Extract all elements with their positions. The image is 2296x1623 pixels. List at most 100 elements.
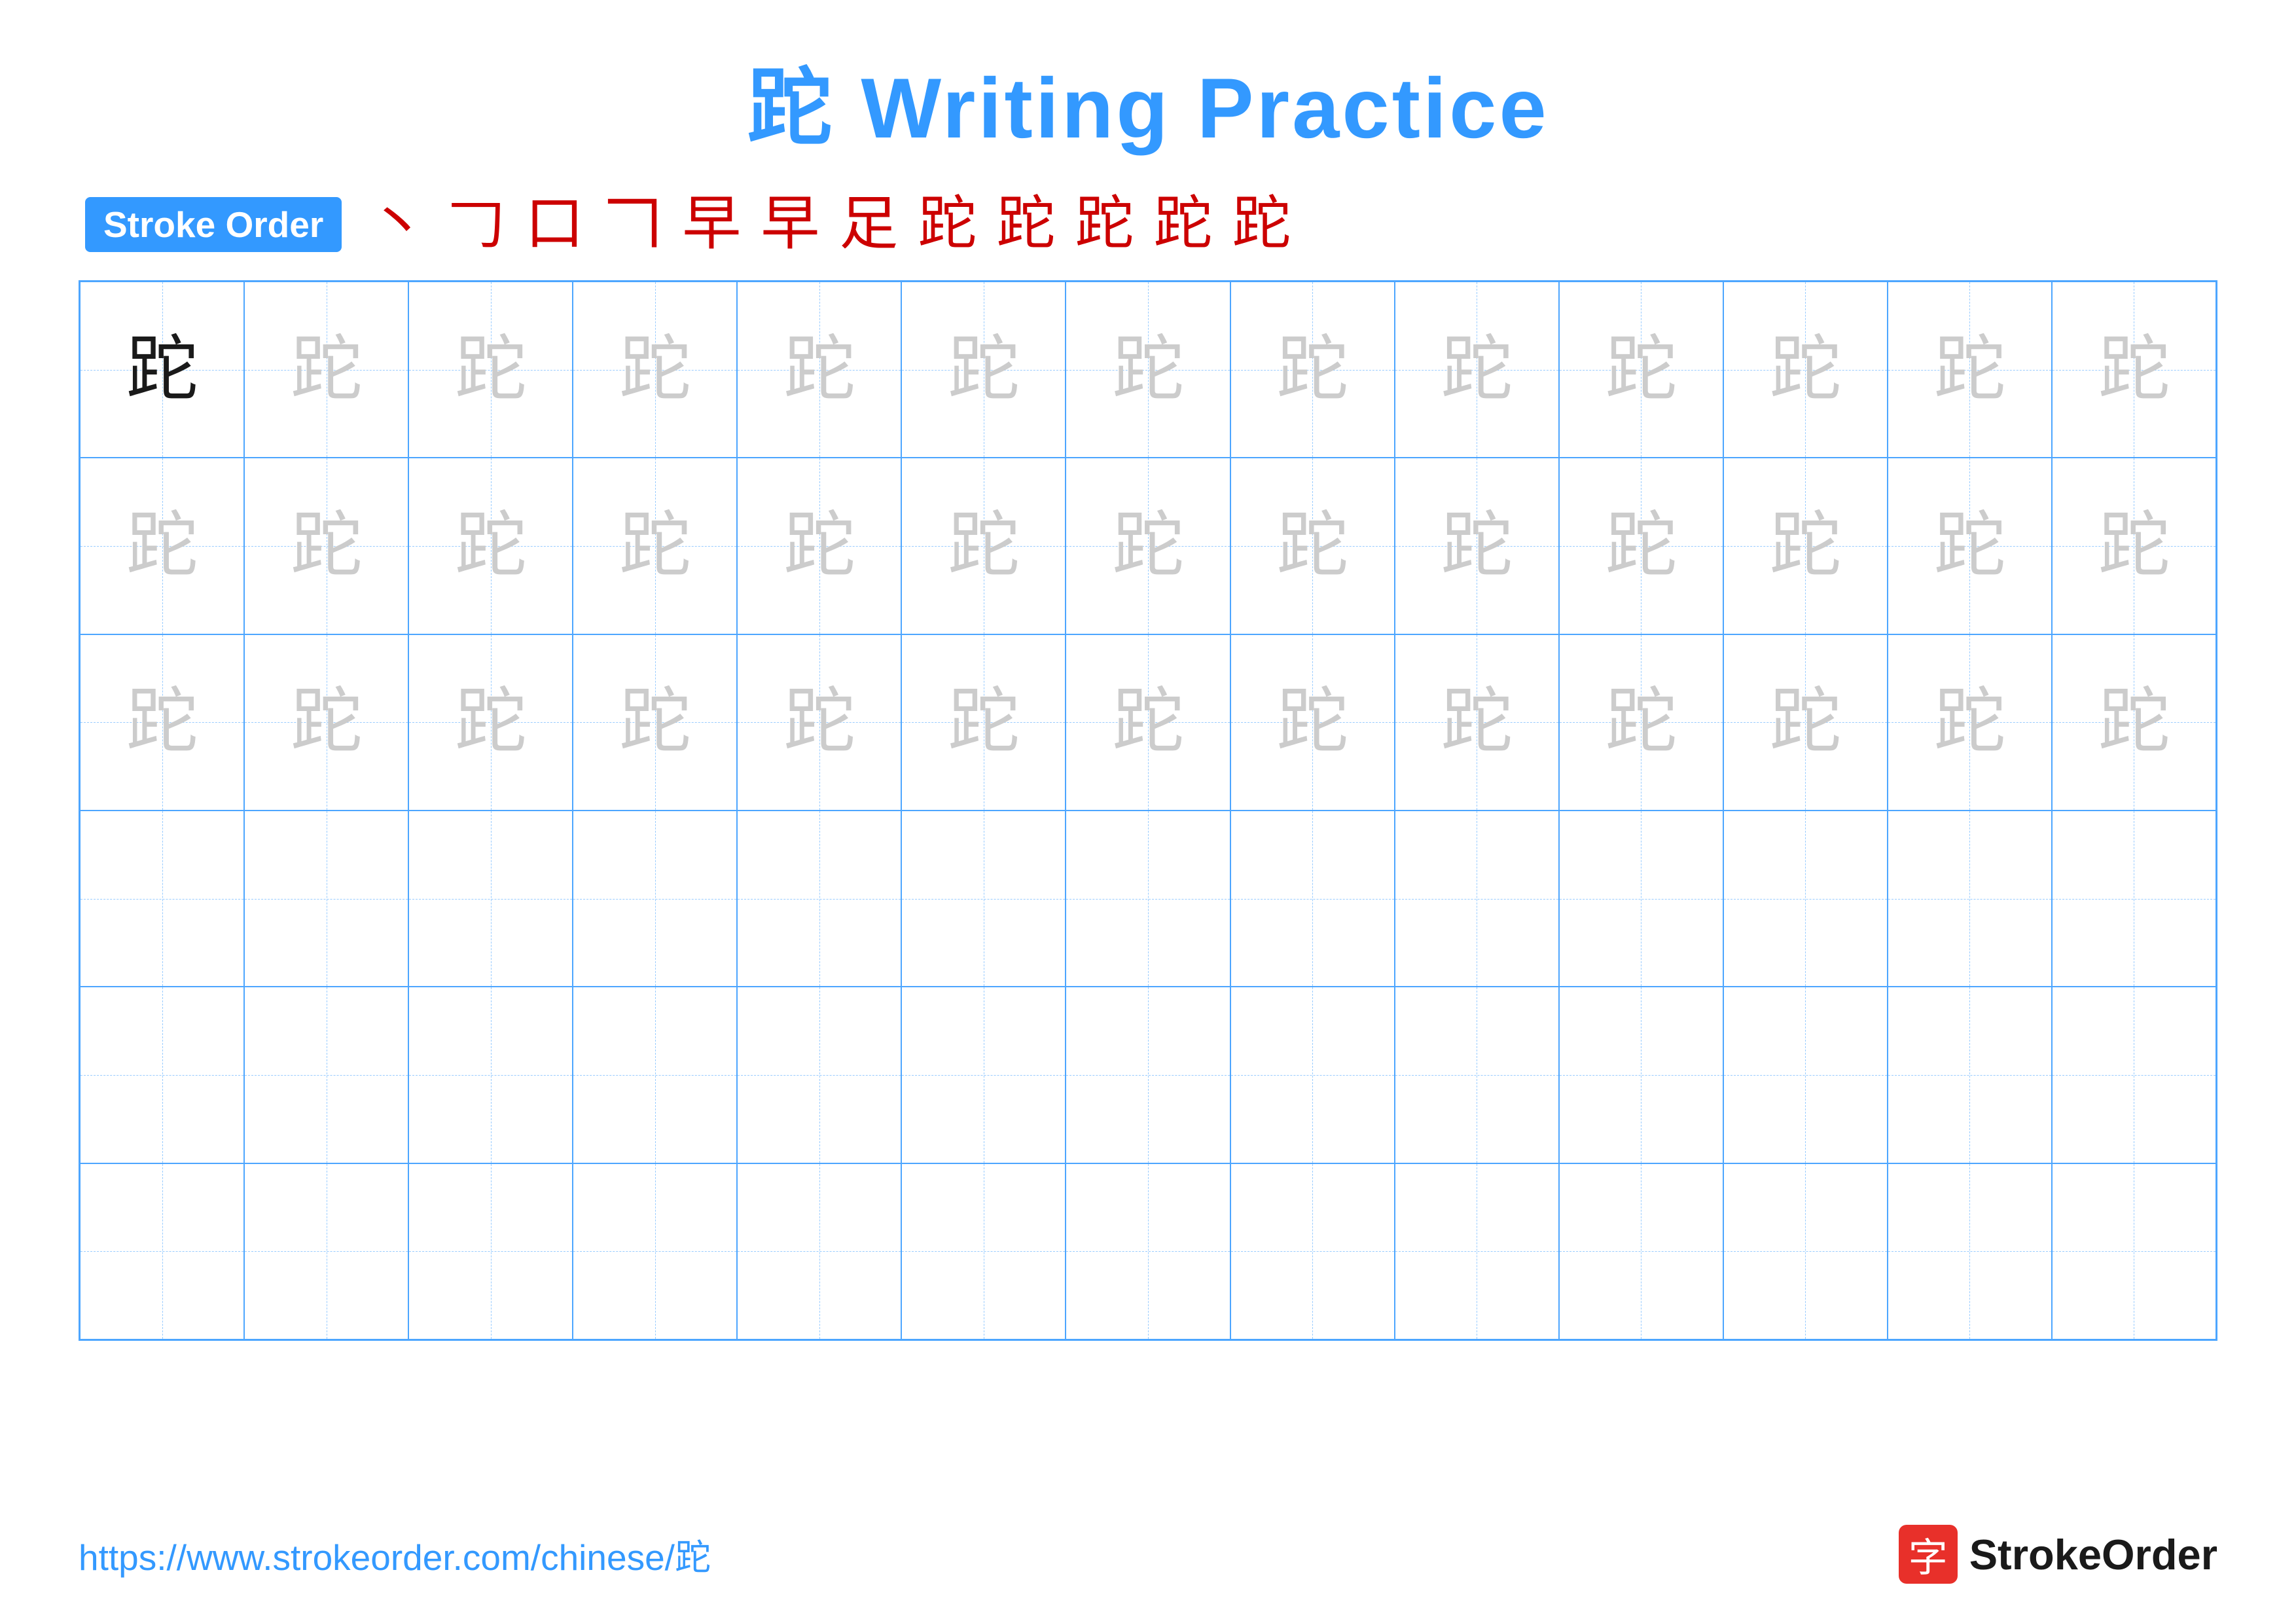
grid-cell-r3c9[interactable]: 跎	[1395, 634, 1559, 811]
char-r3c5: 跎	[783, 686, 855, 758]
grid-cell-r6c7[interactable]	[1066, 1163, 1230, 1340]
grid-cell-r1c13[interactable]: 跎	[2052, 282, 2216, 458]
char-r1c10: 跎	[1605, 334, 1677, 406]
grid-cell-r3c11[interactable]: 跎	[1723, 634, 1888, 811]
grid-cell-r4c7[interactable]	[1066, 811, 1230, 987]
grid-cell-r4c5[interactable]	[737, 811, 901, 987]
grid-cell-r5c13[interactable]	[2052, 987, 2216, 1163]
grid-cell-r5c12[interactable]	[1888, 987, 2052, 1163]
grid-cell-r6c1[interactable]	[80, 1163, 244, 1340]
grid-cell-r1c3[interactable]: 跎	[408, 282, 573, 458]
grid-cell-r4c9[interactable]	[1395, 811, 1559, 987]
grid-cell-r1c8[interactable]: 跎	[1230, 282, 1395, 458]
char-r2c7: 跎	[1112, 510, 1184, 582]
grid-cell-r3c2[interactable]: 跎	[244, 634, 408, 811]
grid-cell-r1c7[interactable]: 跎	[1066, 282, 1230, 458]
stroke-step-10: 跎	[1075, 195, 1134, 254]
grid-cell-r4c3[interactable]	[408, 811, 573, 987]
char-r1c2: 跎	[291, 334, 363, 406]
grid-cell-r2c8[interactable]: 跎	[1230, 458, 1395, 634]
grid-cell-r3c3[interactable]: 跎	[408, 634, 573, 811]
char-r1c1: 跎	[126, 334, 198, 406]
grid-cell-r2c7[interactable]: 跎	[1066, 458, 1230, 634]
grid-cell-r6c12[interactable]	[1888, 1163, 2052, 1340]
grid-cell-r6c2[interactable]	[244, 1163, 408, 1340]
grid-cell-r3c12[interactable]: 跎	[1888, 634, 2052, 811]
char-r3c13: 跎	[2098, 686, 2170, 758]
grid-cell-r3c1[interactable]: 跎	[80, 634, 244, 811]
char-r1c5: 跎	[783, 334, 855, 406]
grid-cell-r3c13[interactable]: 跎	[2052, 634, 2216, 811]
grid-cell-r4c13[interactable]	[2052, 811, 2216, 987]
grid-cell-r6c9[interactable]	[1395, 1163, 1559, 1340]
grid-cell-r1c4[interactable]: 跎	[573, 282, 737, 458]
grid-cell-r1c5[interactable]: 跎	[737, 282, 901, 458]
grid-cell-r6c13[interactable]	[2052, 1163, 2216, 1340]
grid-cell-r5c4[interactable]	[573, 987, 737, 1163]
stroke-order-badge: Stroke Order	[85, 197, 342, 252]
grid-cell-r2c5[interactable]: 跎	[737, 458, 901, 634]
grid-cell-r2c10[interactable]: 跎	[1559, 458, 1723, 634]
grid-cell-r6c5[interactable]	[737, 1163, 901, 1340]
grid-cell-r1c12[interactable]: 跎	[1888, 282, 2052, 458]
footer-url-link[interactable]: https://www.strokeorder.com/chinese/跎	[79, 1528, 711, 1580]
char-r2c8: 跎	[1276, 510, 1348, 582]
grid-cell-r2c9[interactable]: 跎	[1395, 458, 1559, 634]
grid-cell-r5c5[interactable]	[737, 987, 901, 1163]
grid-cell-r1c9[interactable]: 跎	[1395, 282, 1559, 458]
grid-cell-r2c4[interactable]: 跎	[573, 458, 737, 634]
grid-cell-r2c1[interactable]: 跎	[80, 458, 244, 634]
char-r3c10: 跎	[1605, 686, 1677, 758]
grid-cell-r2c2[interactable]: 跎	[244, 458, 408, 634]
char-r1c12: 跎	[1933, 334, 2005, 406]
grid-cell-r4c10[interactable]	[1559, 811, 1723, 987]
grid-cell-r5c2[interactable]	[244, 987, 408, 1163]
grid-cell-r5c10[interactable]	[1559, 987, 1723, 1163]
grid-cell-r4c1[interactable]	[80, 811, 244, 987]
grid-cell-r5c3[interactable]	[408, 987, 573, 1163]
grid-cell-r2c11[interactable]: 跎	[1723, 458, 1888, 634]
grid-cell-r1c10[interactable]: 跎	[1559, 282, 1723, 458]
grid-cell-r3c7[interactable]: 跎	[1066, 634, 1230, 811]
grid-cell-r6c3[interactable]	[408, 1163, 573, 1340]
grid-cell-r4c4[interactable]	[573, 811, 737, 987]
char-r3c3: 跎	[455, 686, 527, 758]
grid-cell-r5c6[interactable]	[901, 987, 1066, 1163]
stroke-order-row: Stroke Order 丶 𠃌 口 𠃍 早 早 足 跎 跎 跎 跎 跎	[79, 195, 2217, 254]
grid-cell-r1c11[interactable]: 跎	[1723, 282, 1888, 458]
grid-cell-r1c2[interactable]: 跎	[244, 282, 408, 458]
char-r1c3: 跎	[455, 334, 527, 406]
grid-cell-r5c8[interactable]	[1230, 987, 1395, 1163]
strokeorder-logo-icon: 字	[1899, 1525, 1958, 1584]
grid-cell-r3c8[interactable]: 跎	[1230, 634, 1395, 811]
page: 跎 Writing Practice Stroke Order 丶 𠃌 口 𠃍 …	[0, 0, 2296, 1623]
grid-cell-r4c6[interactable]	[901, 811, 1066, 987]
grid-cell-r1c6[interactable]: 跎	[901, 282, 1066, 458]
grid-cell-r4c11[interactable]	[1723, 811, 1888, 987]
grid-cell-r5c11[interactable]	[1723, 987, 1888, 1163]
grid-cell-r3c5[interactable]: 跎	[737, 634, 901, 811]
grid-cell-r5c1[interactable]	[80, 987, 244, 1163]
char-r3c4: 跎	[619, 686, 691, 758]
grid-cell-r3c4[interactable]: 跎	[573, 634, 737, 811]
grid-cell-r3c10[interactable]: 跎	[1559, 634, 1723, 811]
grid-cell-r5c7[interactable]	[1066, 987, 1230, 1163]
stroke-step-6: 早	[761, 195, 819, 254]
grid-cell-r6c4[interactable]	[573, 1163, 737, 1340]
grid-cell-r6c6[interactable]	[901, 1163, 1066, 1340]
grid-cell-r6c11[interactable]	[1723, 1163, 1888, 1340]
grid-cell-r4c8[interactable]	[1230, 811, 1395, 987]
grid-cell-r6c10[interactable]	[1559, 1163, 1723, 1340]
grid-cell-r3c6[interactable]: 跎	[901, 634, 1066, 811]
page-title: 跎 Writing Practice	[79, 39, 2217, 162]
grid-cell-r2c6[interactable]: 跎	[901, 458, 1066, 634]
grid-cell-r4c12[interactable]	[1888, 811, 2052, 987]
grid-cell-r6c8[interactable]	[1230, 1163, 1395, 1340]
grid-cell-r4c2[interactable]	[244, 811, 408, 987]
grid-cell-r1c1[interactable]: 跎	[80, 282, 244, 458]
grid-cell-r2c12[interactable]: 跎	[1888, 458, 2052, 634]
grid-cell-r2c13[interactable]: 跎	[2052, 458, 2216, 634]
char-r3c6: 跎	[948, 686, 1020, 758]
grid-cell-r5c9[interactable]	[1395, 987, 1559, 1163]
grid-cell-r2c3[interactable]: 跎	[408, 458, 573, 634]
